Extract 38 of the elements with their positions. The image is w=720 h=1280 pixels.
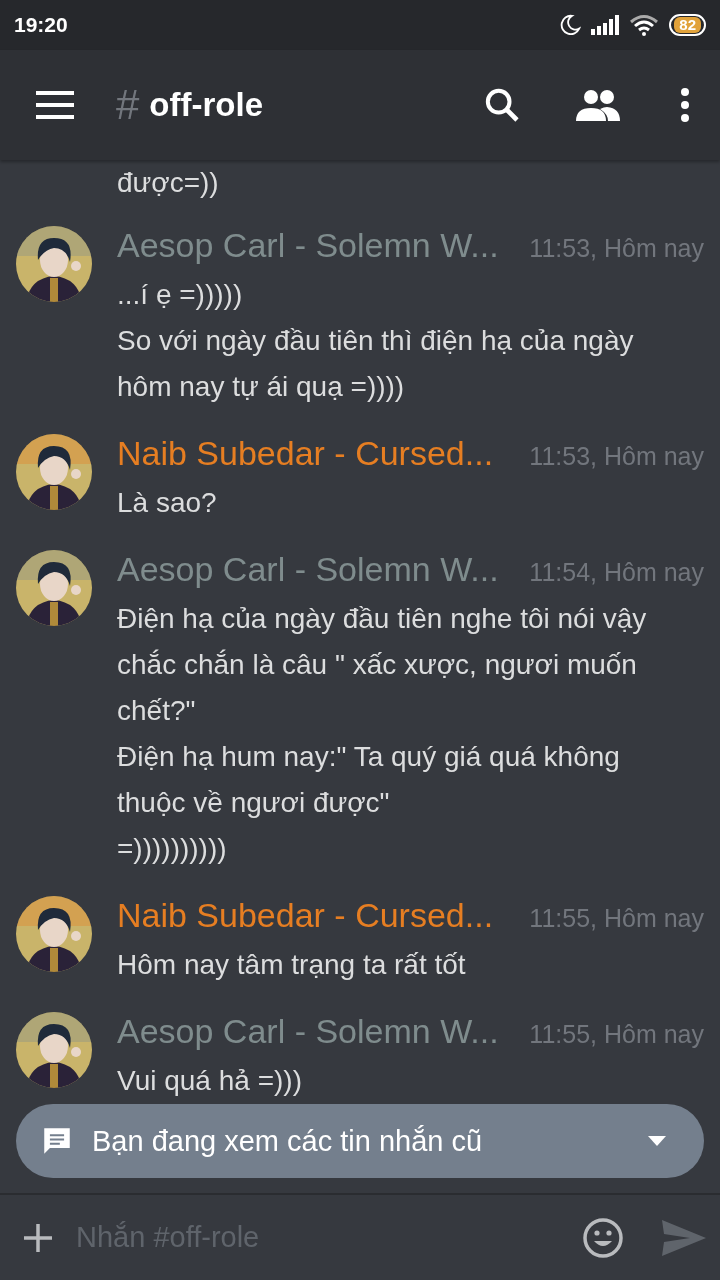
battery-level: 82	[674, 17, 701, 33]
message-text: Điện hạ của ngày đầu tiên nghe tôi nói vậy	[117, 602, 648, 636]
emoji-button[interactable]	[582, 1216, 624, 1259]
members-button[interactable]	[574, 87, 622, 123]
message-text: thuộc về ngươi được"	[117, 786, 391, 820]
channel-hash: #	[116, 81, 140, 129]
signal-icon	[591, 15, 620, 35]
author-name[interactable]: Aesop Carl - Solemn W...	[117, 550, 499, 589]
channel-title: off-role	[149, 86, 264, 124]
author-name[interactable]: Naib Subedar - Cursed...	[117, 434, 494, 473]
message-text: chết?"	[117, 694, 197, 728]
clock: 19:20	[14, 13, 68, 37]
timestamp: 11:55, Hôm nay	[529, 1020, 704, 1049]
message-text: chắc chắn là câu " xấc xược, ngươi muốn	[117, 648, 638, 682]
menu-button[interactable]	[36, 91, 74, 119]
message-text: So với ngày đầu tiên thì điện hạ của ngày	[117, 324, 635, 358]
message-text: Điện hạ hum nay:" Ta quý giá quá không	[117, 740, 621, 774]
message-text: được=))	[117, 166, 220, 200]
timestamp: 11:53, Hôm nay	[529, 442, 704, 471]
author-name[interactable]: Aesop Carl - Solemn W...	[117, 1012, 499, 1051]
more-button[interactable]	[680, 88, 690, 122]
timestamp: 11:53, Hôm nay	[529, 234, 704, 263]
message-text: Vui quá hả =)))	[117, 1064, 303, 1098]
message-text: hôm nay tự ái quạ =))))	[117, 370, 406, 404]
banner-text: Bạn đang xem các tin nhắn cũ	[92, 1124, 484, 1158]
moon-icon	[559, 14, 582, 36]
wifi-icon	[629, 14, 660, 36]
caret-icon	[648, 1136, 666, 1146]
message-text: Hôm nay tâm trạng ta rất tốt	[117, 948, 467, 982]
timestamp: 11:55, Hôm nay	[529, 904, 704, 933]
message-text: Là sao?	[117, 486, 218, 520]
timestamp: 11:54, Hôm nay	[529, 558, 704, 587]
old-messages-banner[interactable]: Bạn đang xem các tin nhắn cũ	[16, 1104, 704, 1178]
author-name[interactable]: Naib Subedar - Cursed...	[117, 896, 494, 935]
message-text: ...í ẹ =)))))	[117, 278, 244, 312]
message-text: =))))))))))	[117, 832, 228, 866]
author-name[interactable]: Aesop Carl - Solemn W...	[117, 226, 499, 265]
add-button[interactable]	[22, 1221, 54, 1254]
